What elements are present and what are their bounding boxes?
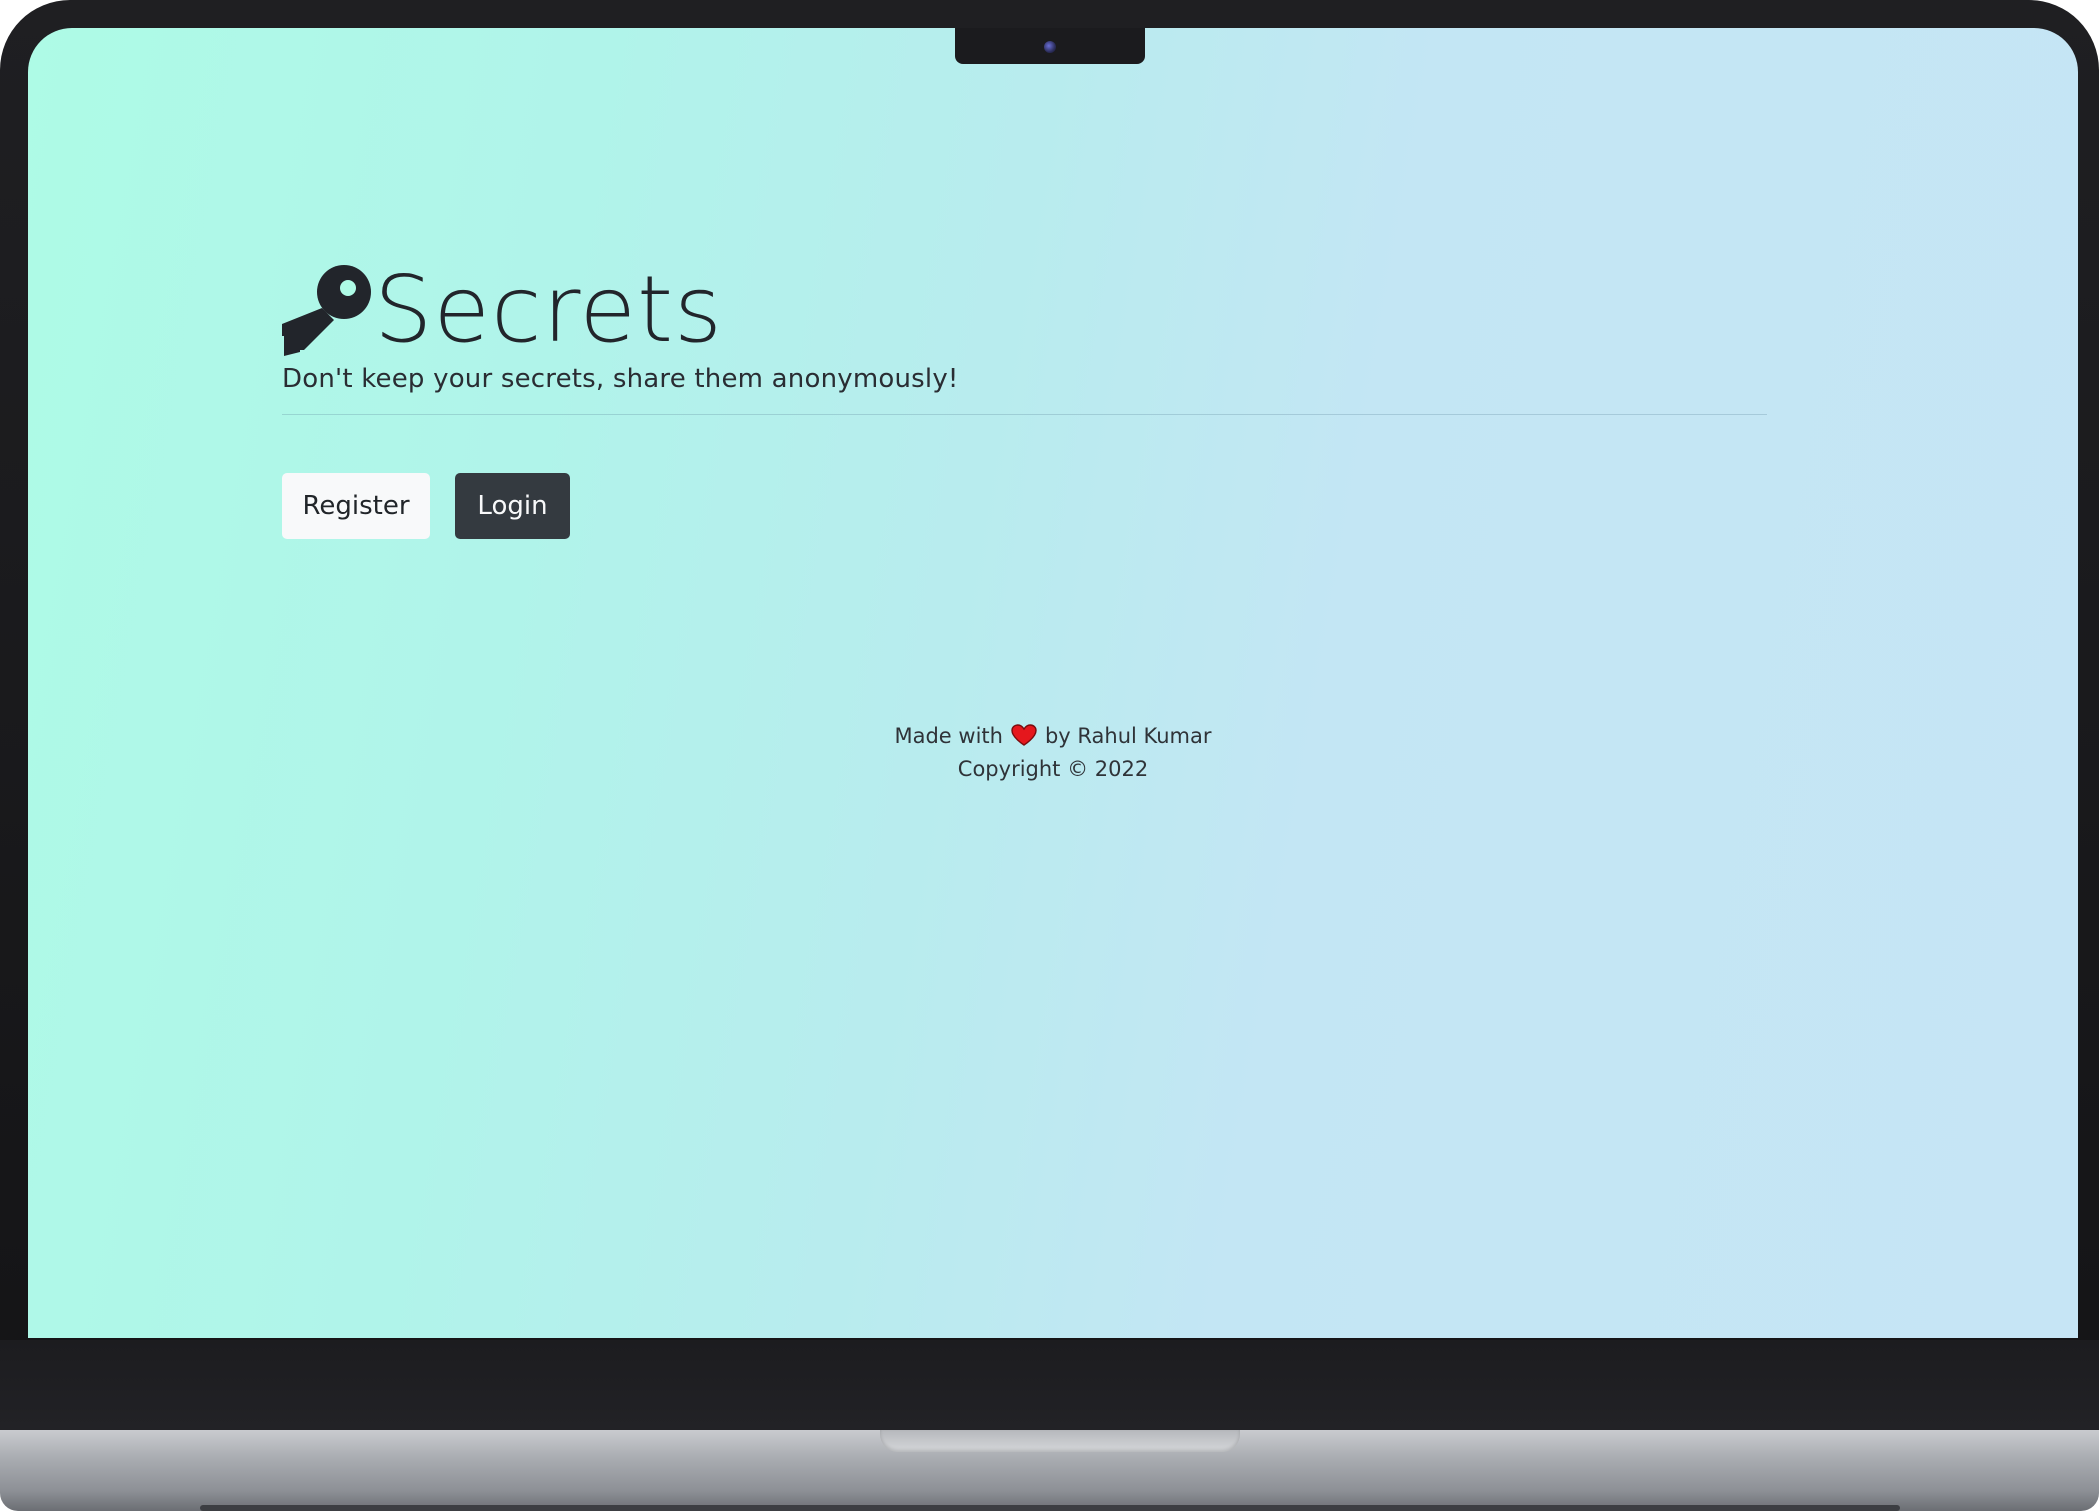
laptop-base: [0, 1430, 2099, 1511]
lid-opening-notch: [880, 1430, 1240, 1452]
action-buttons: Register Login: [282, 473, 1767, 539]
footer-credit-line: Made with by Rahul Kumar: [28, 720, 2078, 753]
laptop-chin: [0, 1340, 2099, 1430]
camera-notch: [955, 28, 1145, 64]
tagline: Don't keep your secrets, share them anon…: [282, 364, 959, 394]
footer: Made with by Rahul Kumar Copyright © 2022: [28, 720, 2078, 786]
copyright-text: Copyright © 2022: [957, 757, 1149, 781]
key-icon: [282, 265, 371, 356]
heart-icon: [1011, 724, 1037, 746]
browser-viewport: [28, 28, 2078, 1338]
login-button[interactable]: Login: [455, 473, 570, 539]
laptop-foot: [200, 1505, 1900, 1511]
brand-heading: Secrets: [282, 250, 1767, 360]
divider: [282, 414, 1767, 415]
register-button[interactable]: Register: [282, 473, 430, 539]
jumbotron: Secrets Don't keep your secrets, share t…: [282, 250, 1767, 539]
made-with-text: Made with: [894, 724, 1003, 748]
page-title: Secrets: [374, 256, 723, 363]
camera-icon: [1044, 41, 1056, 53]
author-text: by Rahul Kumar: [1044, 724, 1212, 748]
